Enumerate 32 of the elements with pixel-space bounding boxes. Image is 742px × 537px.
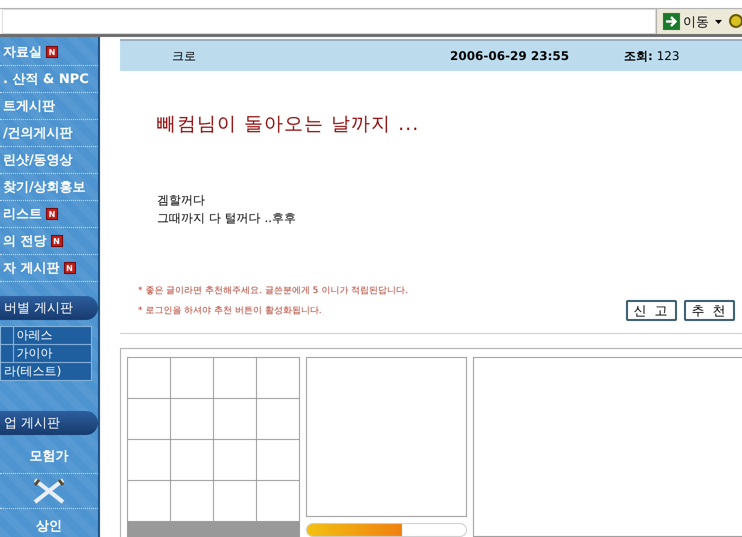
address-field[interactable]	[2, 9, 656, 34]
server-board-banner[interactable]: 버별 게시판	[0, 296, 98, 320]
sidebar-item[interactable]: 찾기/상회홍보	[3, 178, 86, 196]
sidebar-item[interactable]: 리스트	[3, 205, 42, 223]
sidebar-item[interactable]: 자료실	[3, 43, 42, 61]
arrow-icon	[663, 13, 680, 30]
report-button[interactable]: 신 고	[626, 300, 677, 321]
sidebar-item[interactable]: 상인	[36, 517, 62, 535]
post-body-line: 그때까지 다 털꺼다 ..후후	[157, 210, 298, 227]
sidebar-item[interactable]: 의 전당	[3, 232, 47, 250]
view-count: 조회: 123	[624, 48, 680, 64]
recommend-note: * 로그인을 하셔야 추천 버튼이 활성화됩니다.	[138, 305, 323, 318]
sidebar-item[interactable]: 린샷/동영상	[3, 151, 73, 169]
job-board-banner[interactable]: 업 게시판	[0, 411, 98, 435]
caret-icon[interactable]	[715, 20, 722, 24]
author-name[interactable]: 크로	[172, 48, 450, 64]
new-badge: N	[46, 208, 58, 220]
sidebar-item[interactable]: /건의게시판	[3, 124, 73, 142]
sidebar-item[interactable]: 모험가	[30, 447, 68, 465]
recommend-note: * 좋은 글이라면 추천해주세요. 글쓴분에게 5 이니가 적립된답니다.	[138, 285, 409, 298]
sidebar-item[interactable]: . 산적 & NPC	[3, 70, 89, 88]
new-badge: N	[50, 235, 63, 247]
sidebar-item[interactable]: 트게시판	[3, 97, 55, 115]
crossed-swords-icon	[31, 478, 67, 504]
new-badge: N	[64, 262, 76, 274]
post-date: 2006-06-29 23:55	[450, 49, 570, 63]
new-badge: N	[46, 46, 58, 58]
post-body-line: 겜할꺼다	[157, 192, 206, 209]
search-icon[interactable]	[728, 13, 742, 30]
post-title: 빼컴님이 돌아오는 날까지 ...	[157, 112, 420, 137]
recommend-button[interactable]: 추 천	[684, 300, 735, 321]
sidebar-item[interactable]: 자 게시판	[3, 259, 60, 277]
